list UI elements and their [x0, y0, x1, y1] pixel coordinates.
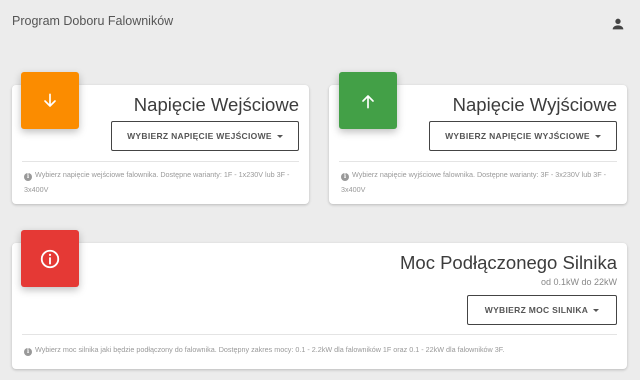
input-voltage-title: Napięcie Wejściowe	[133, 94, 299, 115]
motor-power-title: Moc Podłączonego Silnika	[400, 252, 617, 273]
select-output-voltage-button[interactable]: WYBIERZ NAPIĘCIE WYJŚCIOWE	[429, 121, 617, 151]
caret-down-icon	[276, 134, 283, 138]
output-voltage-hint: i Wybierz napięcie wyjściowe falownika. D…	[341, 170, 607, 194]
caret-down-icon	[594, 134, 601, 138]
info-icon: i	[341, 173, 349, 181]
info-icon: i	[24, 348, 32, 356]
card-divider	[22, 161, 299, 162]
info-icon: i	[24, 173, 32, 181]
arrow-down-icon	[44, 93, 56, 107]
caret-down-icon	[593, 308, 600, 312]
output-voltage-icon-box	[339, 72, 397, 129]
app-title: Program Doboru Falowników	[12, 14, 174, 28]
motor-power-icon-box	[21, 230, 79, 287]
card-divider	[22, 334, 617, 335]
info-icon	[40, 249, 60, 268]
motor-power-range: od 0.1kW do 22kW	[540, 277, 617, 287]
select-motor-power-button[interactable]: WYBIERZ MOC SILNIKA	[467, 295, 617, 325]
card-divider	[339, 161, 617, 162]
input-voltage-icon-box	[21, 72, 79, 129]
arrow-up-icon	[362, 94, 374, 108]
motor-power-hint: i Wybierz moc silnika jaki będzie podłącz…	[24, 342, 619, 357]
top-bar: Program Doboru Falowników	[0, 0, 640, 44]
input-voltage-hint: i Wybierz napięcie wejściowe falownika. D…	[24, 170, 290, 194]
output-voltage-title: Napięcie Wyjściowe	[452, 94, 617, 115]
person-icon[interactable]	[610, 16, 626, 32]
select-input-voltage-button[interactable]: WYBIERZ NAPIĘCIE WEJŚCIOWE	[111, 121, 299, 151]
motor-power-card: Moc Podłączonego Silnika od 0.1kW do 22k…	[12, 243, 627, 369]
